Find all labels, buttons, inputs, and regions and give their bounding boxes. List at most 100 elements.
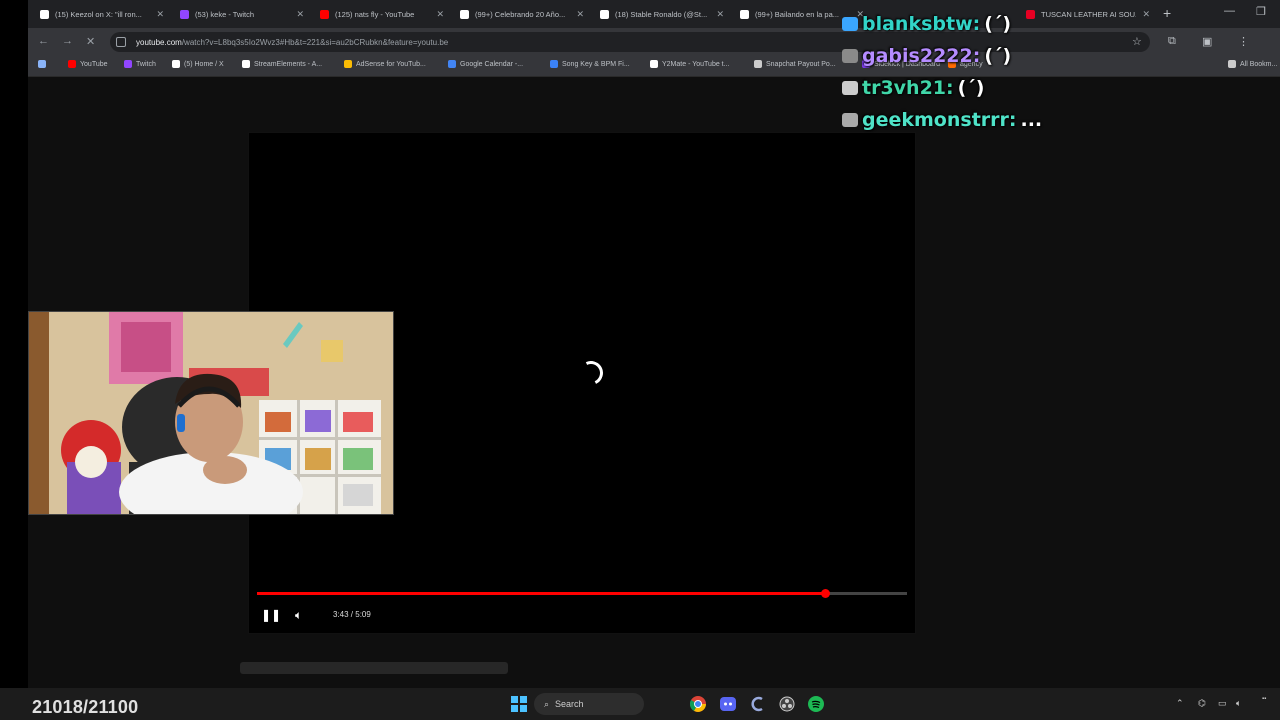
search-icon: ⌕ (544, 698, 550, 709)
chat-badge-icon (842, 49, 858, 63)
windows-taskbar: 21018/21100 ⌕ Search ⌃ ⌬ ▭ 🔈︎ ▪▪ (0, 688, 1280, 720)
network-icon[interactable]: ⌬ (1198, 698, 1206, 709)
bookmark-label: Y2Mate - YouTube t... (662, 60, 730, 68)
display-icon[interactable]: ▭ (1218, 698, 1227, 709)
close-tab-icon[interactable]: ✕ (296, 9, 304, 20)
adsense-logo-icon (344, 60, 352, 68)
chrome-icon[interactable] (690, 696, 706, 712)
windows-start-icon[interactable] (511, 696, 527, 712)
sidebar-icon[interactable]: ▣ (1202, 35, 1212, 48)
x-logo-icon (40, 9, 49, 19)
tab-bar: (15) Keezol on X: "ill ron... ✕ (53) kek… (28, 0, 1280, 28)
chat-badge-icon (842, 17, 858, 31)
discord-icon[interactable] (720, 696, 736, 712)
video-progress-bar[interactable] (257, 589, 907, 598)
bookmark-item[interactable]: Snapchat Payout Po... (754, 60, 836, 68)
youtube-logo-icon (68, 60, 76, 68)
chat-username: tr3vh21: (862, 77, 954, 99)
tab-title: (125) nats fly - YouTube (335, 9, 415, 19)
chat-message: blanksbtw: (´) (842, 8, 1042, 40)
minimize-button[interactable]: — (1224, 5, 1235, 17)
tray-overflow-icon[interactable]: ⌃ (1176, 698, 1184, 709)
pause-button[interactable]: ❚❚ (261, 608, 281, 622)
close-tab-icon[interactable]: ✕ (156, 9, 164, 20)
y2mate-logo-icon (650, 60, 658, 68)
apps-grid-icon[interactable] (38, 60, 46, 68)
bookmark-label: AdSense for YouTub... (356, 60, 426, 68)
chat-text: (´) (984, 13, 1012, 35)
title-placeholder-bar (240, 662, 508, 674)
music-note-icon (550, 60, 558, 68)
volume-icon[interactable]: 🔈︎ (295, 608, 302, 623)
chat-text: ... (1020, 109, 1043, 131)
browser-tab[interactable]: (15) Keezol on X: "ill ron... ✕ (34, 4, 170, 24)
back-arrow-icon[interactable]: ← (38, 35, 49, 47)
sub-goal-counter: 21018/21100 (32, 697, 139, 717)
twitch-logo-icon (124, 60, 132, 68)
bookmarks-bar: YouTube Twitch (5) Home / X StreamElemen… (28, 56, 1280, 77)
tab-title: TUSCAN LEATHER AI SOU... (1041, 9, 1137, 19)
bookmark-label: Twitch (136, 60, 156, 68)
chat-message: gabis2222: (´) (842, 40, 1042, 72)
video-scrubber-handle[interactable] (821, 589, 831, 598)
browser-tab[interactable]: (99+) Celebrando 20 Año... ✕ (454, 4, 590, 24)
clock[interactable]: ▪▪ (1262, 696, 1266, 702)
site-info-icon[interactable] (116, 37, 126, 47)
address-row: ← → ✕ youtube.com/watch?v=L8bq3s5Io2Wvz3… (28, 28, 1280, 56)
forward-arrow-icon[interactable]: → (62, 35, 73, 47)
menu-icon[interactable]: ⋮ (1238, 35, 1249, 48)
bookmark-item[interactable]: Twitch (124, 60, 156, 68)
obs-icon[interactable] (779, 696, 795, 712)
bookmark-label: YouTube (80, 60, 108, 68)
stream-chat-overlay: blanksbtw: (´) gabis2222: (´) tr3vh21: (… (842, 8, 1042, 136)
browser-tab[interactable]: (53) keke - Twitch ✕ (174, 4, 310, 24)
taskbar-search-box[interactable]: ⌕ Search (534, 693, 644, 715)
bookmark-item[interactable]: (5) Home / X (172, 60, 224, 68)
google-calendar-icon (448, 60, 456, 68)
left-black-strip (0, 0, 28, 720)
chat-text: (´) (957, 77, 985, 99)
close-tab-icon[interactable]: ✕ (716, 9, 724, 20)
new-tab-button[interactable]: + (1163, 5, 1171, 21)
close-tab-icon[interactable]: ✕ (1142, 9, 1150, 20)
tiktok-logo-icon (460, 9, 469, 19)
bookmark-label: (5) Home / X (184, 60, 224, 68)
spotify-icon[interactable] (808, 696, 824, 712)
bookmark-item[interactable]: Y2Mate - YouTube t... (650, 60, 729, 68)
ccleaner-icon[interactable] (749, 696, 765, 712)
bookmark-item[interactable]: YouTube (68, 60, 108, 68)
all-bookmarks-item[interactable]: All Bookm... (1228, 60, 1277, 68)
folder-icon (1228, 60, 1236, 68)
streamelements-logo-icon (242, 60, 250, 68)
youtube-logo-icon (320, 9, 329, 19)
globe-icon (754, 60, 762, 68)
tab-title: (53) keke - Twitch (195, 9, 255, 19)
bookmark-label: Snapchat Payout Po... (766, 60, 836, 68)
chat-username: gabis2222: (862, 45, 981, 67)
tiktok-logo-icon (740, 9, 749, 19)
tab-title: (15) Keezol on X: "ill ron... (55, 9, 142, 19)
maximize-button[interactable]: ❐ (1256, 5, 1266, 18)
streamer-webcam (28, 311, 394, 515)
webcam-image (29, 312, 393, 514)
bookmark-label: StreamElements - A... (254, 60, 323, 68)
volume-tray-icon[interactable]: 🔈︎ (1236, 698, 1241, 709)
bookmark-item[interactable]: AdSense for YouTub... (344, 60, 426, 68)
stop-loading-icon[interactable]: ✕ (86, 35, 95, 48)
bookmark-item[interactable]: StreamElements - A... (242, 60, 322, 68)
extensions-icon[interactable]: ⧉ (1168, 35, 1176, 48)
bookmark-star-icon[interactable]: ☆ (1132, 35, 1142, 48)
close-tab-icon[interactable]: ✕ (576, 9, 584, 20)
tab-title: (99+) Celebrando 20 Año... (475, 9, 566, 19)
browser-tab[interactable]: (125) nats fly - YouTube ✕ (314, 4, 450, 24)
loading-spinner-icon (575, 357, 607, 389)
bookmark-item[interactable]: Google Calendar -... (448, 60, 523, 68)
close-tab-icon[interactable]: ✕ (436, 9, 444, 20)
bookmark-item[interactable]: Song Key & BPM Fi... (550, 60, 630, 68)
x-logo-icon (600, 9, 609, 19)
search-label: Search (555, 699, 584, 709)
video-timecode: 3:43 / 5:09 (333, 610, 371, 619)
chat-text: (´) (984, 45, 1012, 67)
browser-tab[interactable]: (18) Stable Ronaldo (@St... ✕ (594, 4, 730, 24)
bookmark-label: Google Calendar -... (460, 60, 524, 68)
